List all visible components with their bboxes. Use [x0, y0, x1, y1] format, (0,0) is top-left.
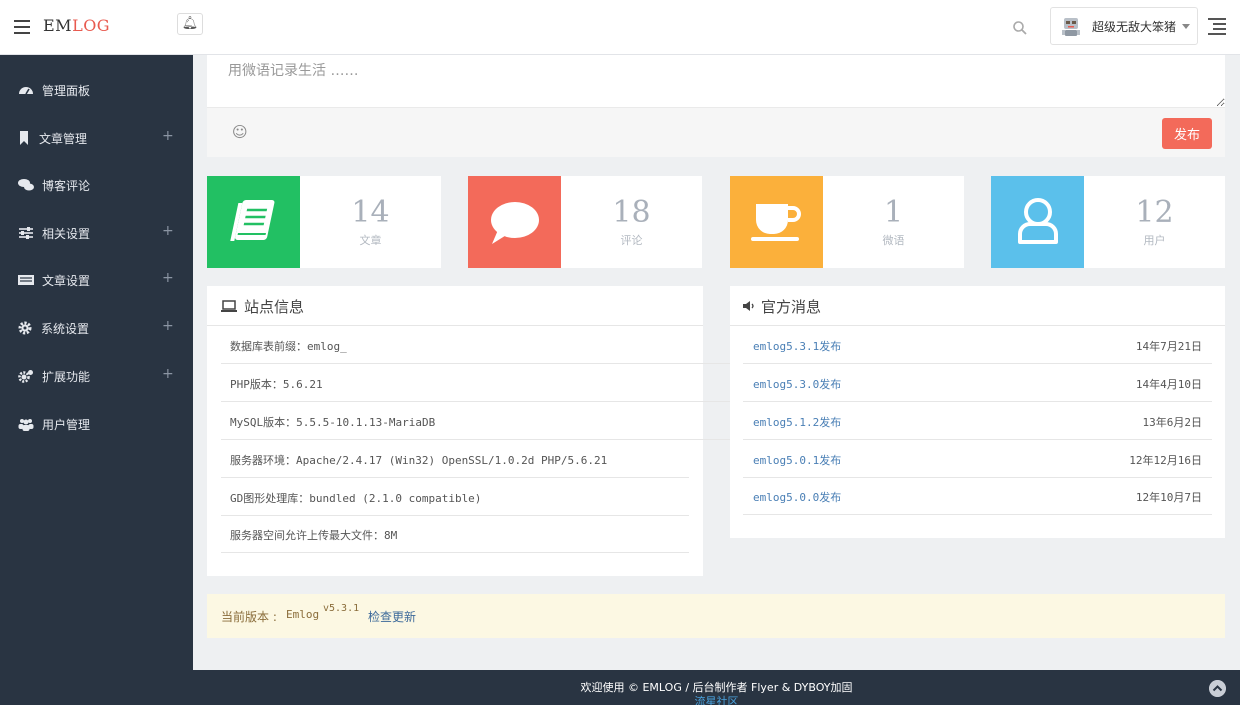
- book-icon: [230, 200, 275, 241]
- footer-community-link[interactable]: 流星社区: [193, 693, 1240, 705]
- micro-post-composer: ☺ 发布: [207, 55, 1225, 157]
- stat-card-micro-posts[interactable]: 1 微语: [730, 176, 964, 268]
- sidebar: 管理面板 文章管理 + 博客评论 相关设置 + 文章设置 + 系统设置 + 扩展…: [0, 55, 193, 705]
- news-link[interactable]: emlog5.3.1发布: [753, 338, 841, 354]
- search-icon[interactable]: [1012, 20, 1028, 36]
- speech-bubble-icon: [491, 202, 539, 244]
- footer: 欢迎使用 © EMLOG / 后台制作者 Flyer & DYBOY加固 流星社…: [193, 670, 1240, 705]
- info-row: 服务器空间允许上传最大文件：8M: [221, 515, 689, 553]
- micro-post-input[interactable]: [207, 55, 1225, 107]
- stat-label: 微语: [882, 234, 905, 247]
- news-link[interactable]: emlog5.1.2发布: [753, 414, 841, 430]
- panel-title: 官方消息: [761, 298, 822, 316]
- news-item[interactable]: emlog5.0.0发布 12年10月7日: [743, 477, 1212, 515]
- sidebar-item-label: 系统设置: [41, 322, 90, 336]
- chevron-down-icon: [1182, 24, 1190, 29]
- news-item[interactable]: emlog5.1.2发布 13年6月2日: [743, 402, 1212, 440]
- stat-value: 18: [612, 195, 651, 230]
- stat-label: 用户: [1143, 234, 1166, 247]
- laptop-icon: [221, 300, 237, 312]
- sidebar-item-label: 扩展功能: [42, 370, 91, 384]
- info-row: GD图形处理库：bundled (2.1.0 compatible): [221, 478, 689, 516]
- sliders-icon: [19, 227, 33, 239]
- sidebar-item-related-settings[interactable]: 相关设置 +: [0, 210, 193, 257]
- sidebar-item-article-settings[interactable]: 文章设置 +: [0, 257, 193, 304]
- sidebar-item-label: 相关设置: [42, 227, 91, 241]
- emoji-icon[interactable]: ☺: [232, 123, 248, 141]
- version-number: v5.3.1: [323, 603, 360, 614]
- sidebar-item-comments[interactable]: 博客评论: [0, 162, 193, 209]
- logo[interactable]: EMLOG: [43, 16, 110, 35]
- stat-card-comments[interactable]: 18 评论: [468, 176, 702, 268]
- sidebar-item-label: 管理面板: [42, 84, 91, 98]
- expand-plus-icon[interactable]: +: [162, 223, 174, 239]
- panel-header: 官方消息: [730, 286, 1225, 326]
- sidebar-item-label: 用户管理: [42, 418, 91, 432]
- info-row: 服务器环境：Apache/2.4.17 (Win32) OpenSSL/1.0.…: [221, 440, 689, 478]
- news-item[interactable]: emlog5.0.1发布 12年12月16日: [743, 440, 1212, 478]
- news-link[interactable]: emlog5.0.0发布: [753, 489, 841, 505]
- stat-tile: [730, 176, 823, 268]
- news-link[interactable]: emlog5.3.0发布: [753, 376, 841, 392]
- username: 超级无敌大笨猪: [1092, 20, 1177, 34]
- scroll-to-top-icon[interactable]: [1209, 680, 1226, 697]
- coffee-cup-icon: [751, 204, 801, 241]
- expand-plus-icon[interactable]: +: [162, 366, 174, 382]
- stat-card-users[interactable]: 12 用户: [991, 176, 1225, 268]
- bookmark-icon: [20, 131, 28, 145]
- expand-plus-icon[interactable]: +: [162, 270, 174, 286]
- gears-icon: [18, 370, 33, 383]
- publish-button[interactable]: 发布: [1162, 118, 1212, 149]
- stat-value: 14: [351, 195, 390, 230]
- news-item[interactable]: emlog5.3.0发布 14年4月10日: [743, 364, 1212, 402]
- news-date: 14年7月21日: [1135, 340, 1202, 353]
- stat-card-articles[interactable]: 14 文章: [207, 176, 441, 268]
- news-item[interactable]: emlog5.3.1发布 14年7月21日: [743, 326, 1212, 364]
- stat-tile: [991, 176, 1084, 268]
- stat-tile: [468, 176, 561, 268]
- sidebar-item-users[interactable]: 用户管理: [0, 401, 193, 448]
- news-date: 12年10月7日: [1135, 491, 1202, 504]
- comments-icon: [18, 179, 34, 191]
- dashboard-gauge-icon: [19, 87, 33, 95]
- sidebar-item-label: 博客评论: [42, 179, 91, 193]
- gear-icon: [18, 321, 32, 335]
- version-name: Emlog: [286, 608, 320, 621]
- stat-label: 文章: [359, 234, 382, 247]
- composer-toolbar: ☺ 发布: [207, 107, 1225, 157]
- sidebar-item-extensions[interactable]: 扩展功能 +: [0, 353, 193, 400]
- speaker-icon: [743, 301, 754, 311]
- sidebar-item-label: 文章设置: [42, 274, 91, 288]
- news-date: 14年4月10日: [1135, 378, 1202, 391]
- sidebar-item-system-settings[interactable]: 系统设置 +: [0, 305, 193, 352]
- expand-plus-icon[interactable]: +: [162, 128, 174, 144]
- list-box-icon: [18, 275, 34, 285]
- stat-tile: [207, 176, 300, 268]
- sidebar-item-dashboard[interactable]: 管理面板: [0, 67, 193, 114]
- stat-value: 12: [1135, 195, 1174, 230]
- panel-title: 站点信息: [244, 298, 305, 316]
- user-menu-dropdown[interactable]: 超级无敌大笨猪: [1050, 7, 1198, 45]
- stat-label: 评论: [620, 234, 643, 247]
- news-date: 12年12月16日: [1129, 454, 1202, 467]
- stat-value: 1: [883, 195, 904, 230]
- panel-header: 站点信息: [207, 286, 703, 326]
- version-bar: 当前版本 : Emlog v5.3.1 检查更新: [207, 594, 1225, 638]
- user-icon: [1018, 198, 1058, 244]
- top-header: EMLOG 🔔︎ 超级无敌大笨猪: [0, 0, 1240, 55]
- right-menu-icon[interactable]: [1208, 18, 1226, 35]
- expand-plus-icon[interactable]: +: [162, 318, 174, 334]
- site-info-panel: 站点信息 数据库表前缀：emlog_ PHP版本：5.6.21 MySQL版本：…: [207, 286, 889, 576]
- sidebar-item-articles[interactable]: 文章管理 +: [0, 115, 193, 162]
- official-news-panel: 官方消息 emlog5.3.1发布 14年7月21日 emlog5.3.0发布 14…: [730, 286, 1225, 538]
- sidebar-toggle-icon[interactable]: [14, 20, 30, 34]
- notification-bell-icon[interactable]: 🔔︎: [177, 13, 203, 35]
- avatar: [1062, 18, 1080, 36]
- users-icon: [18, 419, 34, 431]
- check-update-link[interactable]: 检查更新: [368, 608, 416, 625]
- sidebar-item-label: 文章管理: [39, 132, 88, 146]
- news-date: 13年6月2日: [1142, 416, 1203, 429]
- news-link[interactable]: emlog5.0.1发布: [753, 452, 841, 468]
- version-label: 当前版本 :: [221, 610, 277, 624]
